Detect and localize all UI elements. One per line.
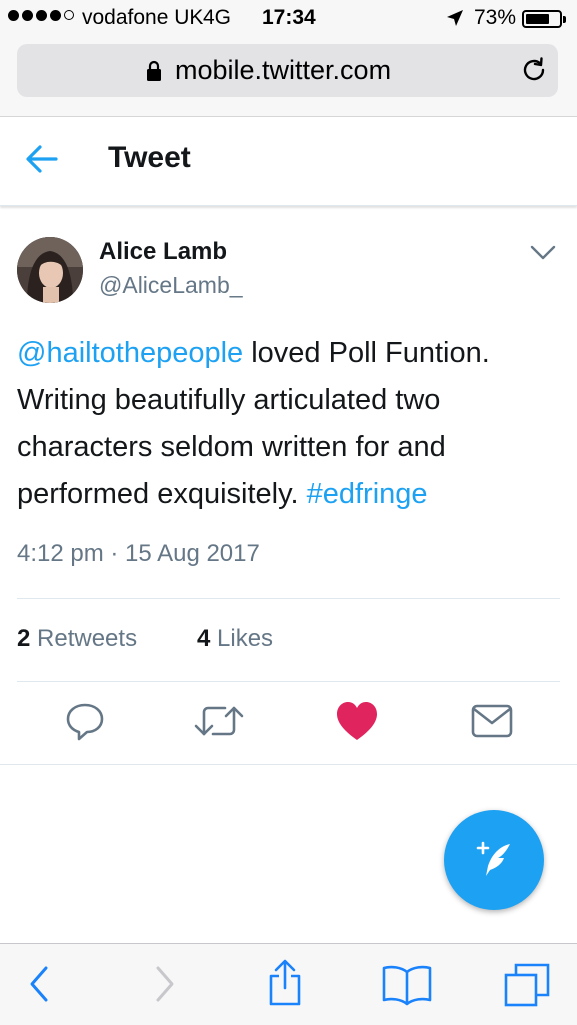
tweet-timestamp: 4:12 pm · 15 Aug 2017 <box>17 540 260 567</box>
divider <box>0 764 577 765</box>
browser-chrome: vodafone UK 4G 17:34 73% mobile.twitter.… <box>0 0 577 117</box>
retweets-stat[interactable]: 2 Retweets <box>17 625 137 653</box>
compose-tweet-icon <box>476 841 510 876</box>
tweet-page-header: Tweet <box>0 117 577 206</box>
likes-label: Likes <box>217 625 274 652</box>
carrier-name: vodafone UK <box>82 6 204 29</box>
url-bar[interactable]: mobile.twitter.com <box>17 44 558 97</box>
retweets-label: Retweets <box>37 625 138 652</box>
status-time: 17:34 <box>262 6 316 29</box>
signal-strength-icon <box>8 10 74 21</box>
forward-chevron-icon[interactable] <box>152 962 178 1011</box>
network-type: 4G <box>203 6 232 29</box>
hashtag-link[interactable]: #edfringe <box>307 478 428 510</box>
avatar[interactable] <box>17 237 83 303</box>
compose-tweet-button[interactable] <box>444 810 544 910</box>
envelope-icon[interactable] <box>470 700 514 747</box>
reply-icon[interactable] <box>64 700 106 747</box>
reload-icon[interactable] <box>520 56 548 89</box>
back-chevron-icon[interactable] <box>26 962 52 1011</box>
retweets-count: 2 <box>17 625 31 652</box>
chevron-down-icon[interactable] <box>530 245 556 266</box>
author-name[interactable]: Alice Lamb <box>99 238 227 266</box>
lock-icon <box>145 60 163 87</box>
bookmarks-icon[interactable] <box>381 962 433 1011</box>
likes-count: 4 <box>197 625 211 652</box>
retweet-icon[interactable] <box>193 700 245 747</box>
heart-icon[interactable] <box>335 700 379 747</box>
browser-toolbar <box>0 943 577 1025</box>
tweet-text: @hailtothepeople loved Poll Funtion. Wri… <box>17 330 562 518</box>
battery-icon <box>522 10 566 28</box>
url-text[interactable]: mobile.twitter.com <box>175 55 391 86</box>
divider <box>17 598 560 599</box>
mention-link[interactable]: @hailtothepeople <box>17 337 243 369</box>
location-arrow-icon <box>445 8 465 34</box>
arrow-left-icon[interactable] <box>24 143 60 180</box>
likes-stat[interactable]: 4 Likes <box>197 625 273 653</box>
share-icon[interactable] <box>265 958 305 1013</box>
page-title: Tweet <box>108 141 191 174</box>
status-bar: vodafone UK 4G 17:34 73% <box>0 0 577 40</box>
tweet-actions <box>0 700 577 746</box>
divider <box>17 681 560 682</box>
tabs-icon[interactable] <box>503 962 551 1013</box>
author-handle[interactable]: @AliceLamb_ <box>99 272 243 299</box>
battery-percentage: 73% <box>474 6 517 29</box>
